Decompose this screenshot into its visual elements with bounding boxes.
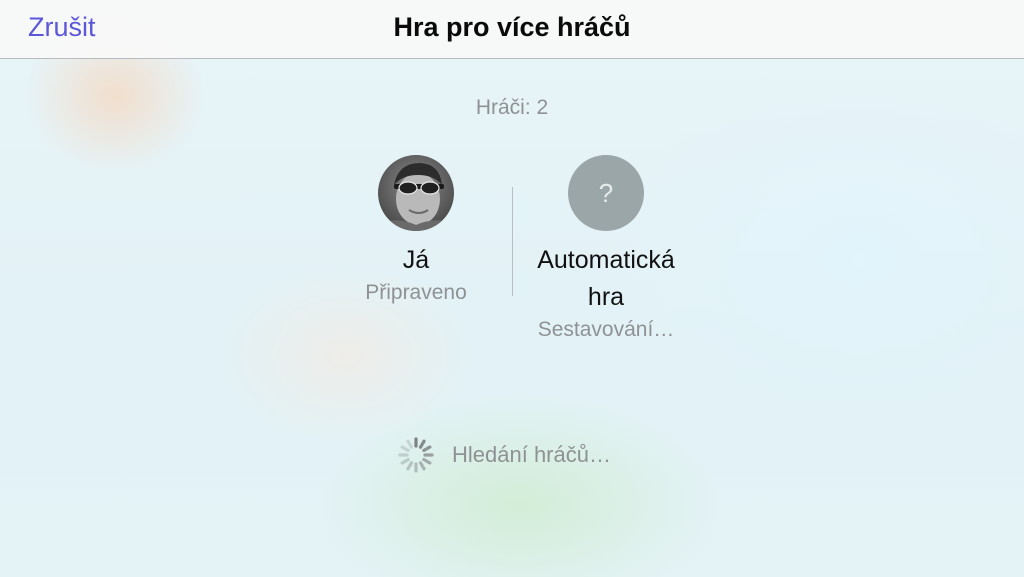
searching-indicator: Hledání hráčů… <box>397 436 611 474</box>
unknown-player-icon: ? <box>568 155 644 231</box>
navigation-bar: Zrušit Hra pro více hráčů <box>0 0 1024 59</box>
spinner-icon <box>398 437 434 473</box>
player-status: Sestavování… <box>537 318 675 341</box>
player-me: Já Připraveno <box>336 155 496 305</box>
player-name: Automatická hra <box>537 246 675 311</box>
player-name: Já <box>402 246 430 274</box>
divider <box>512 187 513 296</box>
player-auto-match[interactable]: ? Automatická hra Sestavování… <box>517 155 695 342</box>
player-status: Připraveno <box>365 281 467 304</box>
page-title: Hra pro více hráčů <box>393 12 631 42</box>
avatar <box>378 155 454 231</box>
players-count: Hráči: 2 <box>475 96 549 119</box>
searching-text: Hledání hráčů… <box>452 442 611 467</box>
